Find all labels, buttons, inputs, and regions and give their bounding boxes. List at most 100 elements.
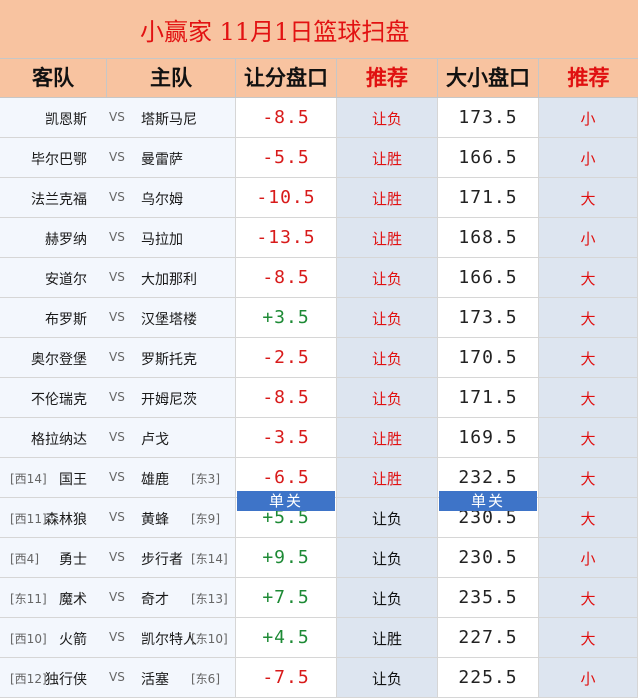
spread-cell: -8.5 <box>236 98 337 138</box>
spread-recommend-cell: 让胜 <box>337 458 438 498</box>
total-cell: 230.5 <box>438 538 539 578</box>
total-recommend: 大 <box>580 470 596 488</box>
home-team: 凯尔特人 <box>141 632 197 648</box>
total-recommend: 小 <box>580 230 596 248</box>
header-recommend-total: 推荐 <box>567 66 610 90</box>
total-value: 170.5 <box>458 347 518 368</box>
teams-cell: 格拉纳达 VS 卢戈 <box>0 418 236 458</box>
home-team: 黄蜂 <box>141 512 169 528</box>
total-cell: 171.5 <box>438 178 539 218</box>
vs-label: VS <box>109 470 125 484</box>
home-rank: [东14] <box>191 552 228 566</box>
teams-cell: [西12] 独行侠 VS 活塞 [东6] <box>0 658 236 698</box>
away-team: 奥尔登堡 <box>31 352 87 368</box>
away-rank: [西14] <box>10 472 47 486</box>
total-cell: 173.5 <box>438 98 539 138</box>
spread-value: -2.5 <box>262 347 310 368</box>
single-badge-spread: 单关 <box>237 491 335 511</box>
total-recommend: 大 <box>580 310 596 328</box>
total-cell: 170.5 <box>438 338 539 378</box>
spread-value: -6.5 <box>262 467 310 488</box>
total-recommend: 大 <box>580 350 596 368</box>
total-recommend-cell: 大 <box>539 578 638 618</box>
home-team: 奇才 <box>141 592 169 608</box>
spread-recommend: 让负 <box>371 270 402 288</box>
total-cell: 168.5 <box>438 218 539 258</box>
away-team: 火箭 <box>59 632 87 648</box>
title-bar: 小赢家 11月1日篮球扫盘 <box>0 0 638 58</box>
spread-recommend-cell: 让胜 <box>337 138 438 178</box>
total-recommend: 大 <box>580 510 596 528</box>
spread-value: -10.5 <box>256 187 316 208</box>
header-recommend-spread: 推荐 <box>337 59 438 97</box>
page: 小赢家 11月1日篮球扫盘 客队 主队 让分盘口 推荐 大小盘口 推荐 凯恩斯 V… <box>0 0 638 700</box>
total-value: 225.5 <box>458 667 518 688</box>
spread-cell: +9.5 <box>236 538 337 578</box>
spread-recommend: 让负 <box>371 510 402 528</box>
spread-recommend: 让胜 <box>371 630 402 648</box>
total-recommend: 大 <box>580 190 596 208</box>
spread-value: +7.5 <box>262 587 310 608</box>
total-recommend-cell: 小 <box>539 218 638 258</box>
teams-cell: [西11] 森林狼 VS 黄蜂 [东9] <box>0 498 236 538</box>
spread-recommend: 让胜 <box>371 150 402 168</box>
spread-cell: -10.5 <box>236 178 337 218</box>
spread-value: -8.5 <box>262 107 310 128</box>
home-rank: [东10] <box>191 632 228 646</box>
vs-label: VS <box>109 110 125 124</box>
total-recommend-cell: 大 <box>539 378 638 418</box>
table-row: [西12] 独行侠 VS 活塞 [东6] -7.5 让负 225.5 小 <box>0 658 638 698</box>
total-value: 166.5 <box>458 267 518 288</box>
home-team: 塔斯马尼 <box>141 112 197 128</box>
total-recommend: 小 <box>580 550 596 568</box>
vs-label: VS <box>109 310 125 324</box>
total-recommend: 小 <box>580 110 596 128</box>
teams-cell: [东11] 魔术 VS 奇才 [东13] <box>0 578 236 618</box>
total-value: 168.5 <box>458 227 518 248</box>
total-value: 166.5 <box>458 147 518 168</box>
total-recommend-cell: 大 <box>539 258 638 298</box>
spread-value: +4.5 <box>262 627 310 648</box>
header-spread: 让分盘口 <box>236 59 337 97</box>
total-recommend-cell: 大 <box>539 338 638 378</box>
table-row: 赫罗纳 VS 马拉加 -13.5 让胜 168.5 小 <box>0 218 638 258</box>
teams-cell: [西4] 勇士 VS 步行者 [东14] <box>0 538 236 578</box>
total-recommend-cell: 大 <box>539 298 638 338</box>
home-rank: [东3] <box>191 472 220 486</box>
total-cell: 173.5 <box>438 298 539 338</box>
spread-recommend: 让负 <box>371 110 402 128</box>
spread-value: -3.5 <box>262 427 310 448</box>
home-team: 曼雷萨 <box>141 152 183 168</box>
total-value: 169.5 <box>458 427 518 448</box>
away-rank: [西10] <box>10 632 47 646</box>
spread-recommend: 让胜 <box>371 430 402 448</box>
total-value: 171.5 <box>458 187 518 208</box>
total-value: 171.5 <box>458 387 518 408</box>
home-team: 雄鹿 <box>141 472 169 488</box>
total-recommend: 大 <box>580 590 596 608</box>
vs-label: VS <box>109 670 125 684</box>
vs-label: VS <box>109 230 125 244</box>
vs-label: VS <box>109 630 125 644</box>
away-rank: [东11] <box>10 592 47 606</box>
total-value: 230.5 <box>458 547 518 568</box>
table-row: [东11] 魔术 VS 奇才 [东13] +7.5 让负 235.5 大 <box>0 578 638 618</box>
spread-recommend-cell: 让负 <box>337 298 438 338</box>
spread-recommend-cell: 让负 <box>337 658 438 698</box>
vs-label: VS <box>109 270 125 284</box>
away-team: 勇士 <box>59 552 87 568</box>
spread-value: -5.5 <box>262 147 310 168</box>
spread-recommend-cell: 让负 <box>337 338 438 378</box>
vs-label: VS <box>109 590 125 604</box>
home-rank: [东13] <box>191 592 228 606</box>
spread-cell: -8.5 <box>236 378 337 418</box>
home-team: 活塞 <box>141 672 169 688</box>
table-row: 格拉纳达 VS 卢戈 -3.5 让胜 169.5 大 <box>0 418 638 458</box>
teams-cell: [西14] 国王 VS 雄鹿 [东3] <box>0 458 236 498</box>
total-recommend: 大 <box>580 630 596 648</box>
total-value: 173.5 <box>458 307 518 328</box>
total-recommend-cell: 大 <box>539 178 638 218</box>
home-rank: [东6] <box>191 672 220 686</box>
away-team: 国王 <box>59 472 87 488</box>
spread-cell: +3.5 <box>236 298 337 338</box>
